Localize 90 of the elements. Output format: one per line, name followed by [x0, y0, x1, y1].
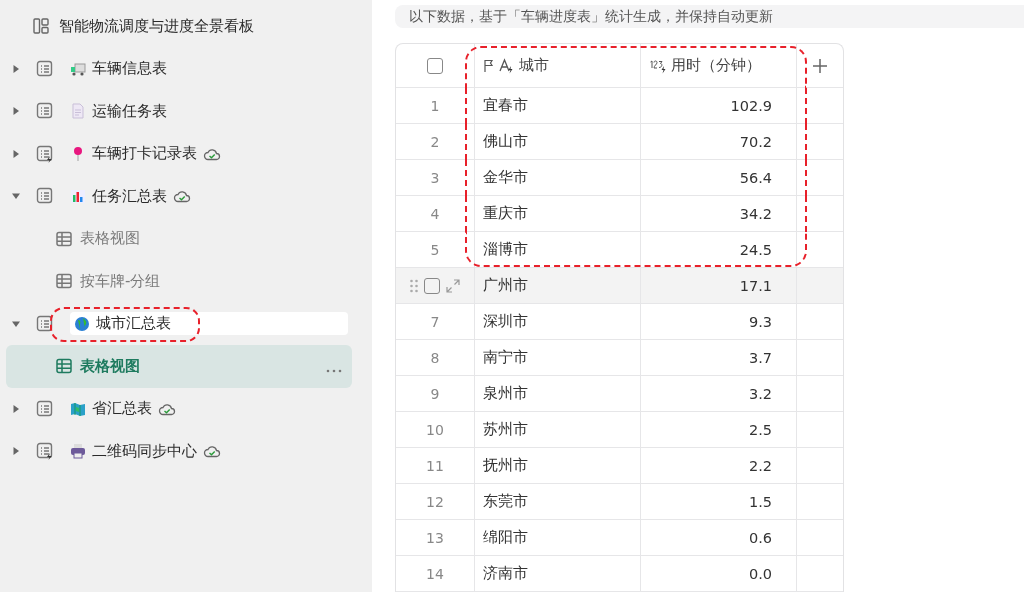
grid-view-icon — [56, 230, 72, 247]
cloud-check-icon — [158, 401, 176, 416]
column-header[interactable]: 城市 — [519, 56, 549, 75]
table-cell: 南宁市 — [483, 348, 528, 367]
add-column-icon[interactable] — [812, 57, 828, 74]
number-field-icon — [649, 57, 667, 74]
row-number: 9 — [430, 385, 440, 402]
sidebar-item[interactable]: 省汇总表 — [92, 399, 152, 419]
table-automation-icon — [36, 144, 54, 163]
row-number: 4 — [430, 205, 440, 222]
table-cell: 3.7 — [748, 349, 772, 366]
table-cell: 苏州市 — [483, 420, 528, 439]
table-cell: 2.5 — [748, 421, 772, 438]
select-all-checkbox[interactable] — [427, 57, 443, 74]
table-cell: 1.5 — [748, 493, 772, 510]
row-number: 8 — [430, 349, 440, 366]
row-number: 2 — [430, 133, 440, 150]
table-cell: 3.2 — [748, 385, 772, 402]
table-cell: 深圳市 — [483, 312, 528, 331]
cloud-check-icon — [203, 146, 221, 161]
view-item[interactable]: 按车牌-分组 — [80, 271, 161, 291]
caret-icon[interactable] — [12, 447, 20, 456]
expand-icon[interactable] — [446, 278, 460, 293]
printer-icon — [70, 443, 86, 460]
row-number: 7 — [430, 313, 440, 330]
sidebar-item[interactable]: 车辆打卡记录表 — [92, 144, 197, 164]
table-cell: 重庆市 — [483, 204, 528, 223]
row-checkbox[interactable] — [424, 277, 440, 294]
caret-icon[interactable] — [12, 192, 20, 201]
text-field-icon — [499, 57, 515, 74]
row-number: 5 — [430, 241, 440, 258]
table-cell: 0.6 — [748, 529, 772, 546]
table-cell: 东莞市 — [483, 492, 528, 511]
table-icon — [36, 59, 54, 78]
table-cell: 广州市 — [483, 276, 528, 295]
table-icon — [36, 314, 54, 333]
notice-text: 以下数据，基于「车辆进度表」统计生成，并保持自动更新 — [395, 5, 1024, 28]
table-icon — [36, 102, 54, 121]
rename-field[interactable]: 城市汇总表 — [70, 312, 348, 336]
table-cell: 34.2 — [739, 205, 772, 222]
table-cell: 佛山市 — [483, 132, 528, 151]
sidebar-item[interactable]: 二维码同步中心 — [92, 441, 197, 461]
map-icon — [70, 400, 86, 417]
table-cell: 70.2 — [739, 133, 772, 150]
truck-icon — [70, 60, 86, 77]
row-number: 11 — [426, 457, 444, 474]
table-cell: 泉州市 — [483, 384, 528, 403]
sidebar-item[interactable]: 任务汇总表 — [92, 186, 167, 206]
row-number: 12 — [426, 493, 444, 510]
table-cell: 淄博市 — [483, 240, 528, 259]
table-cell: 102.9 — [730, 97, 772, 114]
sidebar-item[interactable]: 运输任务表 — [92, 101, 167, 121]
caret-icon[interactable] — [12, 64, 20, 73]
cloud-check-icon — [203, 444, 221, 459]
table-cell: 9.3 — [748, 313, 772, 330]
caret-icon[interactable] — [12, 107, 20, 116]
chart-icon — [70, 188, 86, 205]
cloud-check-icon — [173, 189, 191, 204]
table-cell: 宜春市 — [483, 96, 528, 115]
table-cell: 绵阳市 — [483, 528, 528, 547]
table-cell: 济南市 — [483, 564, 528, 583]
table-icon — [36, 399, 54, 418]
table-icon — [36, 187, 54, 206]
drag-handle-icon[interactable] — [410, 278, 418, 293]
sidebar-item[interactable]: 车辆信息表 — [92, 59, 167, 79]
dashboard-icon — [33, 18, 49, 35]
table-cell: 金华市 — [483, 168, 528, 187]
caret-icon[interactable] — [12, 149, 20, 158]
column-header[interactable]: 用时（分钟） — [671, 56, 761, 75]
row-number: 14 — [426, 565, 444, 582]
grid-view-icon — [56, 358, 72, 375]
caret-icon[interactable] — [12, 319, 20, 328]
table-automation-icon — [36, 442, 54, 461]
table-cell: 56.4 — [739, 169, 772, 186]
table-cell: 2.2 — [748, 457, 772, 474]
table-cell: 0.0 — [748, 565, 772, 582]
row-number: 13 — [426, 529, 444, 546]
row-number: 10 — [426, 421, 444, 438]
document-icon — [70, 103, 86, 120]
grid-view-icon — [56, 273, 72, 290]
caret-icon[interactable] — [12, 404, 20, 413]
table-cell: 24.5 — [739, 241, 772, 258]
view-item[interactable]: 表格视图 — [80, 356, 140, 376]
row-number: 1 — [430, 97, 440, 114]
table-cell: 抚州市 — [483, 456, 528, 475]
sidebar-item[interactable]: 智能物流调度与进度全景看板 — [59, 16, 254, 36]
table-cell: 17.1 — [739, 277, 772, 294]
globe-icon — [74, 315, 90, 332]
view-item[interactable]: 表格视图 — [80, 229, 140, 249]
row-number: 3 — [430, 169, 440, 186]
